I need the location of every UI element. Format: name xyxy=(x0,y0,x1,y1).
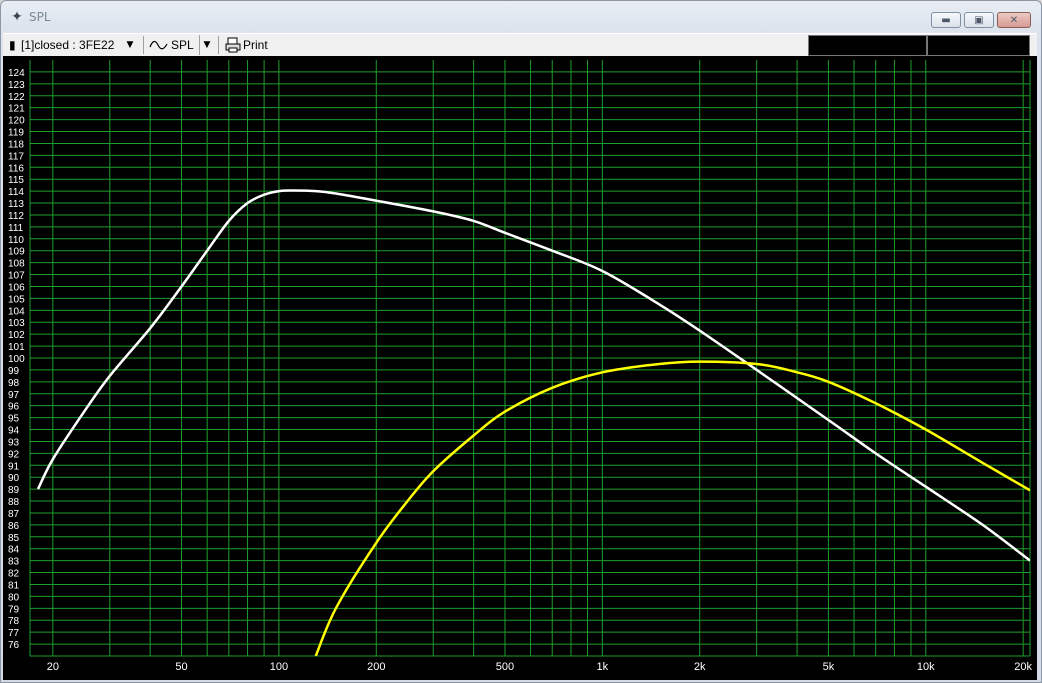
y-tick-label: 77 xyxy=(8,628,20,639)
crosshair-icon[interactable]: ✦ xyxy=(9,9,25,25)
chevron-down-icon[interactable]: ▼ xyxy=(199,35,214,55)
y-tick-label: 121 xyxy=(8,104,25,115)
spl-curve-white xyxy=(36,189,1030,562)
sine-wave-icon xyxy=(149,35,171,55)
y-tick-label: 109 xyxy=(8,247,25,258)
y-tick-label: 90 xyxy=(8,473,20,484)
y-tick-label: 89 xyxy=(8,485,20,496)
y-tick-label: 123 xyxy=(8,80,25,91)
cursor-readout-2 xyxy=(927,35,1030,56)
print-button[interactable]: Print xyxy=(243,35,283,55)
x-tick-label: 200 xyxy=(367,661,385,673)
spl-window: ✦ SPL ▬ ▣ ✕ ▮ [1]closed : 3FE22 ▼ SPL ▼ … xyxy=(0,0,1042,683)
close-button[interactable]: ✕ xyxy=(997,12,1031,28)
y-tick-label: 116 xyxy=(8,163,24,174)
y-tick-label: 108 xyxy=(8,259,25,270)
toolbar: ▮ [1]closed : 3FE22 ▼ SPL ▼ Print xyxy=(3,33,1037,57)
y-tick-label: 103 xyxy=(8,318,25,329)
y-tick-label: 115 xyxy=(8,175,24,186)
x-tick-label: 5k xyxy=(823,661,835,673)
y-tick-label: 120 xyxy=(8,116,25,127)
printer-icon xyxy=(225,35,243,55)
x-tick-label: 100 xyxy=(270,661,288,673)
close-icon: ✕ xyxy=(1009,15,1019,26)
y-tick-label: 88 xyxy=(8,497,20,508)
y-tick-label: 87 xyxy=(8,509,20,520)
cursor-readout-1 xyxy=(808,35,927,56)
y-tick-label: 79 xyxy=(8,604,20,615)
chevron-down-icon[interactable]: ▼ xyxy=(123,35,137,55)
y-tick-label: 81 xyxy=(8,580,20,591)
y-tick-label: 100 xyxy=(8,354,25,365)
y-tick-label: 122 xyxy=(8,92,25,103)
y-tick-label: 106 xyxy=(8,282,25,293)
y-tick-label: 80 xyxy=(8,592,20,603)
y-tick-label: 104 xyxy=(8,306,25,317)
y-tick-label: 84 xyxy=(8,545,20,556)
x-tick-label: 2k xyxy=(694,661,706,673)
y-tick-label: 78 xyxy=(8,616,20,627)
y-tick-label: 113 xyxy=(8,199,24,210)
y-tick-label: 85 xyxy=(8,533,20,544)
design-select[interactable]: [1]closed : 3FE22 xyxy=(21,35,129,55)
x-tick-label: 500 xyxy=(496,661,514,673)
x-tick-label: 50 xyxy=(175,661,187,673)
minimize-icon: ▬ xyxy=(941,15,951,26)
y-tick-label: 105 xyxy=(8,294,25,305)
y-tick-label: 86 xyxy=(8,521,20,532)
y-tick-label: 96 xyxy=(8,402,20,413)
y-tick-label: 111 xyxy=(8,223,24,234)
design-file-icon: ▮ xyxy=(9,38,16,52)
y-tick-label: 91 xyxy=(8,461,20,472)
minimize-button[interactable]: ▬ xyxy=(931,12,961,28)
y-tick-label: 82 xyxy=(8,569,20,580)
x-tick-label: 20k xyxy=(1014,661,1032,673)
y-tick-label: 93 xyxy=(8,437,20,448)
y-tick-label: 110 xyxy=(8,235,24,246)
y-tick-label: 118 xyxy=(8,139,24,150)
y-tick-label: 76 xyxy=(8,640,20,651)
y-tick-label: 101 xyxy=(8,342,25,353)
maximize-icon: ▣ xyxy=(974,15,984,26)
x-tick-label: 10k xyxy=(917,661,935,673)
window-title: SPL xyxy=(29,10,51,24)
spl-plot-area[interactable]: 76 77 78 79 80 81 82 83 84 85 86 87 88 89 90 91 92 93 94 95… xyxy=(3,56,1037,680)
y-tick-label: 102 xyxy=(8,330,25,341)
view-select[interactable]: SPL xyxy=(171,35,197,55)
maximize-button[interactable]: ▣ xyxy=(964,12,994,28)
y-tick-label: 98 xyxy=(8,378,20,389)
y-tick-label: 119 xyxy=(8,128,24,139)
title-bar[interactable]: ✦ SPL ▬ ▣ ✕ xyxy=(1,1,1041,32)
x-tick-label: 1k xyxy=(597,661,609,673)
y-tick-label: 124 xyxy=(8,68,25,79)
y-tick-label: 107 xyxy=(8,271,25,282)
y-tick-label: 97 xyxy=(8,390,20,401)
y-tick-label: 92 xyxy=(8,449,20,460)
y-tick-label: 94 xyxy=(8,426,20,437)
y-tick-label: 114 xyxy=(8,187,24,198)
toolbar-divider xyxy=(143,36,144,54)
y-tick-label: 99 xyxy=(8,366,20,377)
y-tick-label: 112 xyxy=(8,211,24,222)
y-tick-label: 95 xyxy=(8,414,20,425)
y-tick-label: 117 xyxy=(8,151,24,162)
x-tick-label: 20 xyxy=(47,661,59,673)
toolbar-divider xyxy=(218,36,219,54)
y-tick-label: 83 xyxy=(8,557,20,568)
spl-chart[interactable]: 7677787980818283848586878889909192939495… xyxy=(3,56,1037,680)
